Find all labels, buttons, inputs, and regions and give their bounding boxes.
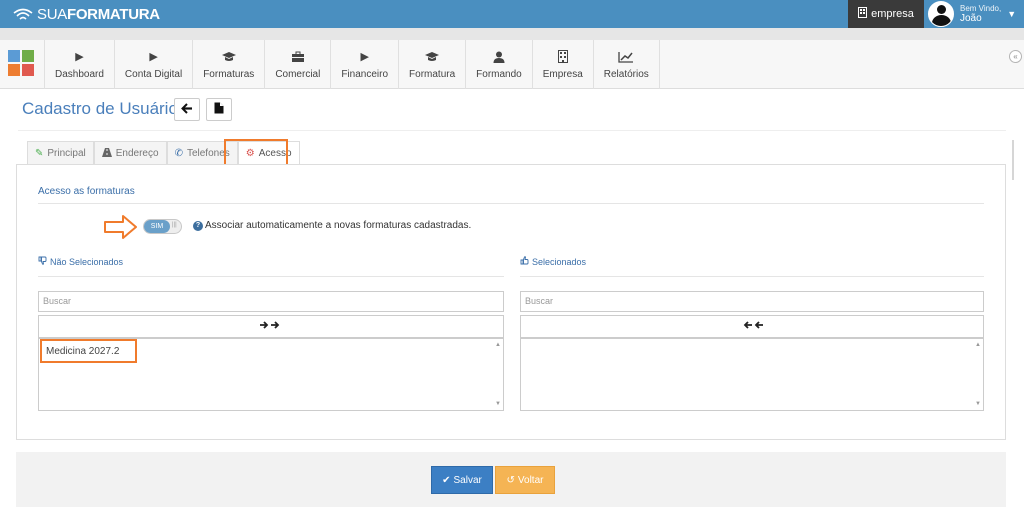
play-icon: ▶ <box>149 51 158 63</box>
edit-icon: ✎ <box>35 148 44 159</box>
move-all-right-button[interactable] <box>38 315 504 338</box>
tab-principal[interactable]: ✎ Principal <box>27 141 94 165</box>
file-icon <box>214 101 224 119</box>
left-divider <box>38 276 504 277</box>
section-title: Acesso as formaturas <box>38 186 135 197</box>
nav-label: Formando <box>476 68 522 80</box>
unselected-label: Não Selecionados <box>38 256 123 267</box>
title-divider <box>18 130 1006 131</box>
scroll-down-icon[interactable]: ▼ <box>495 401 501 407</box>
nav-label: Formaturas <box>203 68 255 80</box>
nav-label: Relatórios <box>603 68 649 80</box>
logo-wifi-icon <box>13 8 33 20</box>
page-title: Cadastro de Usuário <box>22 99 178 118</box>
left-search-input[interactable]: Buscar <box>38 291 504 312</box>
nav-label: Financeiro <box>341 68 389 80</box>
selected-label-text: Selecionados <box>532 256 587 267</box>
company-selector[interactable]: empresa <box>848 0 924 28</box>
nav-item-formando[interactable]: Formando <box>465 40 532 89</box>
play-icon: ▶ <box>360 51 369 63</box>
save-button[interactable]: ✔ Salvar <box>431 466 493 494</box>
selected-listbox[interactable]: ▲ ▼ <box>520 338 984 411</box>
road-icon <box>101 147 112 160</box>
toggle-grip-icon: ||| <box>172 222 177 228</box>
line-chart-icon <box>618 50 634 64</box>
building-icon <box>557 50 568 64</box>
nav-item-comercial[interactable]: Comercial <box>264 40 330 89</box>
check-icon: ✔ <box>442 474 451 486</box>
nav-item-relatorios[interactable]: Relatórios <box>592 40 660 89</box>
nav-item-financeiro[interactable]: ▶ Financeiro <box>330 40 398 89</box>
collapse-sidebar-icon[interactable]: « <box>1009 50 1022 63</box>
nav-label: Conta Digital <box>124 68 183 80</box>
top-bar: SUA FORMATURA empresa Bem Vindo, João ▼ <box>0 0 1024 28</box>
auto-assoc-text: Associar automaticamente a novas formatu… <box>205 220 472 231</box>
sub-bar <box>0 28 1024 40</box>
highlight-box-item <box>40 339 137 363</box>
thumbs-down-icon <box>38 256 47 267</box>
nav-label: Comercial <box>275 68 321 80</box>
nav-items: ▶ Dashboard ▶ Conta Digital Formaturas C… <box>44 40 660 89</box>
scroll-down-icon[interactable]: ▼ <box>975 401 981 407</box>
scroll-up-icon[interactable]: ▲ <box>975 342 981 348</box>
tab-label: Principal <box>47 148 86 159</box>
auto-assoc-toggle[interactable]: SIM ||| <box>143 219 182 234</box>
main-nav: ▶ Dashboard ▶ Conta Digital Formaturas C… <box>0 40 1024 89</box>
undo-icon: ↺ <box>506 474 515 486</box>
auto-assoc-label: ? Associar automaticamente a novas forma… <box>193 220 471 231</box>
tab-label: Endereço <box>115 148 159 159</box>
move-all-left-button[interactable] <box>520 315 984 338</box>
question-icon[interactable]: ? <box>193 220 203 231</box>
back-button[interactable] <box>174 98 200 121</box>
brand-logo[interactable]: SUA FORMATURA <box>12 4 160 24</box>
graduation-cap-icon <box>424 50 440 64</box>
avatar <box>928 1 954 27</box>
user-icon <box>493 50 505 64</box>
back-label: Voltar <box>517 474 544 486</box>
right-divider <box>520 276 984 277</box>
user-menu[interactable]: Bem Vindo, João ▼ <box>924 0 1024 28</box>
arrow-left-icon <box>181 101 193 119</box>
nav-item-empresa[interactable]: Empresa <box>531 40 593 89</box>
nav-label: Formatura <box>409 68 456 80</box>
apps-grid-icon[interactable] <box>8 50 34 76</box>
user-name: João <box>960 13 982 24</box>
selected-label: Selecionados <box>520 256 586 267</box>
welcome-text: Bem Vindo, <box>960 4 1002 13</box>
nav-label: Dashboard <box>55 68 104 80</box>
highlight-box-tab <box>224 139 288 166</box>
brand-name-part2: FORMATURA <box>66 5 160 23</box>
toggle-on-label: SIM <box>144 220 170 233</box>
phone-icon: ✆ <box>174 148 183 159</box>
caret-down-icon[interactable]: ▼ <box>1007 9 1016 19</box>
page-scrollbar[interactable] <box>1012 140 1014 180</box>
unselected-label-text: Não Selecionados <box>50 256 124 267</box>
right-search-input[interactable]: Buscar <box>520 291 984 312</box>
brand-name-part1: SUA <box>37 5 67 23</box>
back-footer-button[interactable]: ↺ Voltar <box>495 466 555 494</box>
play-icon: ▶ <box>75 51 84 63</box>
section-divider <box>38 203 984 204</box>
graduation-cap-icon <box>221 50 237 64</box>
company-name: empresa <box>871 8 914 20</box>
nav-item-formatura[interactable]: Formatura <box>398 40 465 89</box>
welcome-block: Bem Vindo, João <box>960 4 1001 24</box>
annotation-arrow-icon <box>104 215 137 239</box>
nav-item-formaturas[interactable]: Formaturas <box>192 40 264 89</box>
building-icon <box>858 7 868 21</box>
nav-item-dashboard[interactable]: ▶ Dashboard <box>44 40 114 89</box>
thumbs-up-icon <box>520 256 529 267</box>
nav-item-conta-digital[interactable]: ▶ Conta Digital <box>113 40 192 89</box>
save-label: Salvar <box>453 474 482 486</box>
double-arrow-left-icon <box>741 321 763 332</box>
nav-label: Empresa <box>542 68 583 80</box>
scroll-up-icon[interactable]: ▲ <box>495 342 501 348</box>
briefcase-icon <box>291 50 305 64</box>
double-arrow-right-icon <box>260 321 282 332</box>
new-document-button[interactable] <box>206 98 232 121</box>
tab-endereco[interactable]: Endereço <box>93 141 167 165</box>
